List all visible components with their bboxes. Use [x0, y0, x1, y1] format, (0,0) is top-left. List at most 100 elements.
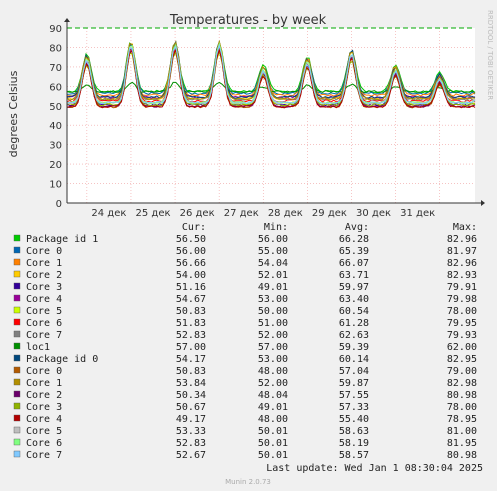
- legend-value: 58.57: [339, 450, 369, 461]
- legend-value: 62.00: [447, 342, 477, 353]
- y-tick-label: 70: [49, 63, 62, 74]
- legend-value: 55.00: [258, 246, 288, 257]
- legend-swatch: [13, 342, 21, 350]
- y-tick-label: 10: [49, 180, 62, 191]
- legend-value: 51.83: [176, 318, 206, 329]
- legend-swatch: [13, 450, 21, 458]
- legend-value: 82.98: [447, 378, 477, 389]
- legend-series-name: Core 2: [26, 390, 62, 401]
- legend-value: 66.28: [339, 234, 369, 245]
- legend-value: 52.01: [258, 270, 288, 281]
- legend-swatch: [13, 438, 21, 446]
- legend-value: 59.87: [339, 378, 369, 389]
- legend-value: 65.39: [339, 246, 369, 257]
- legend-value: 54.04: [258, 258, 288, 269]
- legend-value: 50.83: [176, 306, 206, 317]
- legend-value: 56.66: [176, 258, 206, 269]
- legend-value: 52.67: [176, 450, 206, 461]
- legend-value: 82.93: [447, 270, 477, 281]
- legend-value: 54.00: [176, 270, 206, 281]
- legend-series-name: Core 6: [26, 438, 62, 449]
- legend-value: 48.00: [258, 366, 288, 377]
- legend-value: 54.17: [176, 354, 206, 365]
- legend-value: 63.71: [339, 270, 369, 281]
- rrdtool-credit: RRDTOOL / TOBI OETIKER: [486, 10, 494, 100]
- legend-value: 48.04: [258, 390, 288, 401]
- x-tick-label: 24 дек: [91, 208, 126, 219]
- legend-value: 50.00: [258, 306, 288, 317]
- legend-value: 51.16: [176, 282, 206, 293]
- legend-header: Avg:: [345, 222, 369, 233]
- legend-series-name: Core 1: [26, 378, 62, 389]
- x-tick-label: 31 дек: [400, 208, 435, 219]
- legend-value: 78.00: [447, 402, 477, 413]
- legend-series-name: Core 2: [26, 270, 62, 281]
- x-tick-label: 25 дек: [136, 208, 171, 219]
- legend-swatch: [13, 270, 21, 278]
- legend-value: 80.98: [447, 390, 477, 401]
- legend-value: 53.00: [258, 294, 288, 305]
- legend-value: 58.19: [339, 438, 369, 449]
- y-tick-label: 40: [49, 121, 62, 132]
- legend-value: 48.00: [258, 414, 288, 425]
- legend-value: 50.01: [258, 426, 288, 437]
- legend-series-name: Core 1: [26, 258, 62, 269]
- legend-value: 81.95: [447, 438, 477, 449]
- legend-series-name: Package id 1: [26, 234, 98, 245]
- legend-series-name: Package id 0: [26, 354, 98, 365]
- legend-value: 79.00: [447, 366, 477, 377]
- legend-value: 49.01: [258, 282, 288, 293]
- legend-swatch: [13, 294, 21, 302]
- legend-value: 50.01: [258, 450, 288, 461]
- legend-value: 52.00: [258, 330, 288, 341]
- y-tick-label: 20: [49, 160, 62, 171]
- y-tick-label: 30: [49, 141, 62, 152]
- legend-series-name: loc1: [26, 342, 50, 353]
- legend-swatch: [13, 282, 21, 290]
- y-tick-label: 80: [49, 43, 62, 54]
- last-update: Last update: Wed Jan 1 08:30:04 2025: [266, 463, 483, 474]
- legend-swatch: [13, 354, 21, 362]
- legend-series-name: Core 6: [26, 318, 62, 329]
- legend-value: 60.54: [339, 306, 369, 317]
- legend-series-name: Core 7: [26, 450, 62, 461]
- legend-value: 60.14: [339, 354, 369, 365]
- legend-series-name: Core 4: [26, 414, 62, 425]
- legend-value: 57.04: [339, 366, 369, 377]
- x-tick-label: 28 дек: [268, 208, 303, 219]
- y-tick-label: 60: [49, 82, 62, 93]
- legend-value: 53.00: [258, 354, 288, 365]
- legend-swatch: [13, 234, 21, 242]
- legend-value: 62.63: [339, 330, 369, 341]
- legend-value: 49.01: [258, 402, 288, 413]
- legend-value: 79.98: [447, 294, 477, 305]
- legend-value: 50.67: [176, 402, 206, 413]
- legend-value: 49.17: [176, 414, 206, 425]
- legend-value: 81.00: [447, 426, 477, 437]
- legend-value: 66.07: [339, 258, 369, 269]
- legend-swatch: [13, 414, 21, 422]
- legend-value: 53.84: [176, 378, 206, 389]
- legend-series-name: Core 3: [26, 402, 62, 413]
- legend-swatch: [13, 378, 21, 386]
- legend-value: 57.00: [258, 342, 288, 353]
- legend-value: 58.63: [339, 426, 369, 437]
- legend-series-name: Core 4: [26, 294, 62, 305]
- legend-value: 56.00: [176, 246, 206, 257]
- legend-value: 53.33: [176, 426, 206, 437]
- legend-value: 82.95: [447, 354, 477, 365]
- temperature-chart: Temperatures - by week RRDTOOL / TOBI OE…: [0, 0, 497, 491]
- legend-swatch: [13, 246, 21, 254]
- legend-value: 56.50: [176, 234, 206, 245]
- x-tick-label: 30 дек: [356, 208, 391, 219]
- x-tick-label: 26 дек: [180, 208, 215, 219]
- legend-value: 82.96: [447, 234, 477, 245]
- legend-swatch: [13, 330, 21, 338]
- y-axis-label: degrees Celsius: [7, 70, 20, 157]
- legend-value: 59.97: [339, 282, 369, 293]
- x-tick-label: 29 дек: [312, 208, 347, 219]
- legend-swatch: [13, 318, 21, 326]
- legend-value: 63.40: [339, 294, 369, 305]
- legend-value: 79.95: [447, 318, 477, 329]
- legend-value: 50.34: [176, 390, 206, 401]
